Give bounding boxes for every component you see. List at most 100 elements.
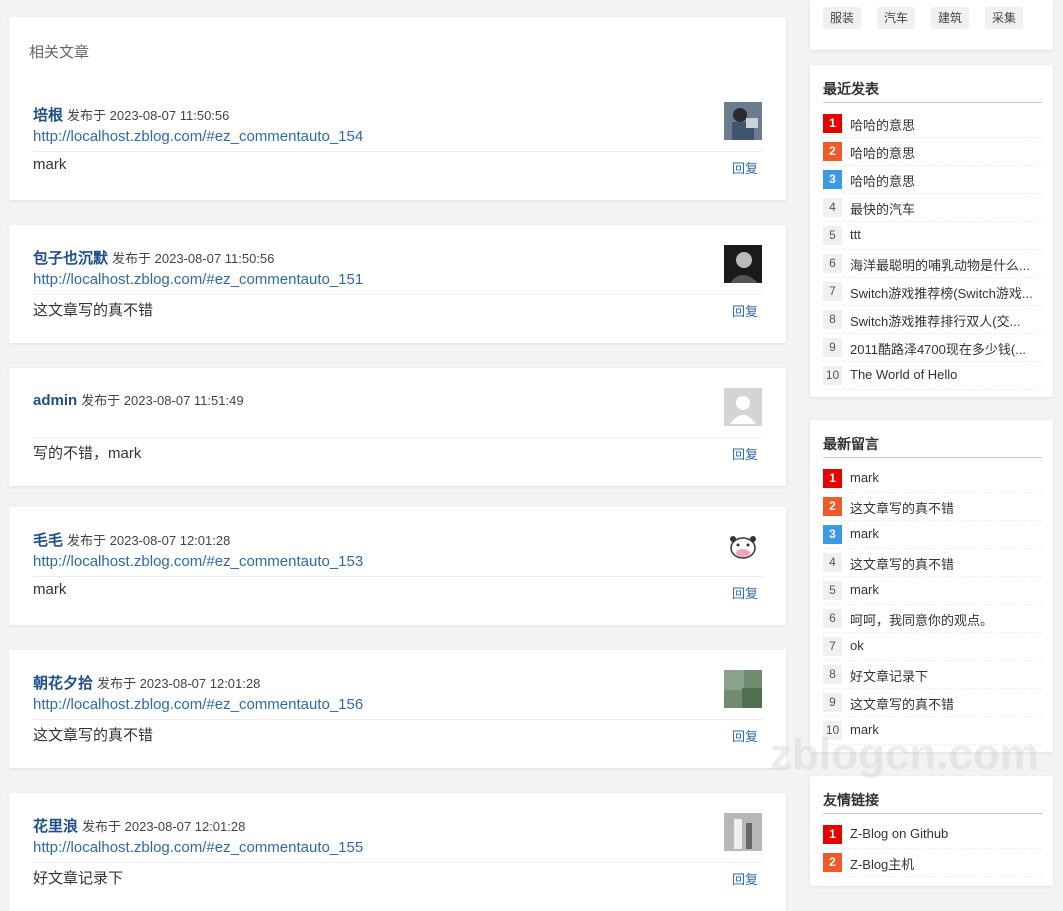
comment-text: 好文章记录下 xyxy=(33,870,124,887)
list-item[interactable]: 5 mark xyxy=(823,577,1042,605)
post-link[interactable]: 海洋最聪明的哺乳动物是什么... xyxy=(850,255,1042,274)
avatar[interactable] xyxy=(724,245,762,283)
comment-author-link[interactable]: 毛毛 xyxy=(33,532,63,549)
comment-url-link[interactable]: http://localhost.zblog.com/#ez_commentau… xyxy=(33,128,363,145)
divider xyxy=(33,151,762,152)
reply-button[interactable]: 回复 xyxy=(732,583,758,602)
rank-badge: 5 xyxy=(823,226,842,245)
post-link[interactable]: 2011酷路泽4700现在多少钱(... xyxy=(850,339,1042,358)
comment-link[interactable]: ok xyxy=(850,638,1042,653)
rank-badge: 4 xyxy=(823,553,842,572)
reply-button[interactable]: 回复 xyxy=(732,301,758,320)
list-item[interactable]: 6 海洋最聪明的哺乳动物是什么... xyxy=(823,250,1042,278)
comment-url-link[interactable]: http://localhost.zblog.com/#ez_commentau… xyxy=(33,839,363,856)
reply-button[interactable]: 回复 xyxy=(732,444,758,463)
tag-link[interactable]: 采集 xyxy=(985,7,1024,29)
rank-badge: 3 xyxy=(823,170,842,189)
list-item[interactable]: 3 哈哈的意思 xyxy=(823,166,1042,194)
rank-badge: 6 xyxy=(823,609,842,628)
avatar[interactable] xyxy=(724,527,762,565)
reply-button[interactable]: 回复 xyxy=(732,726,758,745)
list-item[interactable]: 1 Z-Blog on Github xyxy=(823,821,1042,849)
rank-badge: 8 xyxy=(823,310,842,329)
list-item[interactable]: 10 mark xyxy=(823,717,1042,745)
rank-badge: 4 xyxy=(823,198,842,217)
comment-link[interactable]: mark xyxy=(850,470,1042,485)
post-link[interactable]: The World of Hello xyxy=(850,367,1042,382)
list-item[interactable]: 9 这文章写的真不错 xyxy=(823,689,1042,717)
comment-text: mark xyxy=(33,581,67,598)
list-item[interactable]: 6 呵呵，我同意你的观点。 xyxy=(823,605,1042,633)
avatar[interactable] xyxy=(724,388,762,426)
post-link[interactable]: 哈哈的意思 xyxy=(850,143,1042,162)
comment-date: 发布于 2023-08-07 12:01:28 xyxy=(97,676,261,691)
avatar[interactable] xyxy=(724,102,762,140)
divider xyxy=(33,294,762,295)
widget-title: 友情链接 xyxy=(823,792,879,808)
reply-button[interactable]: 回复 xyxy=(732,869,758,888)
divider xyxy=(823,457,1042,458)
widget-title: 最近发表 xyxy=(823,81,879,97)
list-item[interactable]: 1 哈哈的意思 xyxy=(823,110,1042,138)
comment-header: admin 发布于 2023-08-07 11:51:49 xyxy=(33,390,244,410)
list-item[interactable]: 3 mark xyxy=(823,521,1042,549)
comment-author-link[interactable]: 朝花夕拾 xyxy=(33,675,93,692)
list-item[interactable]: 1 mark xyxy=(823,465,1042,493)
list-item[interactable]: 8 好文章记录下 xyxy=(823,661,1042,689)
avatar[interactable] xyxy=(724,813,762,851)
tag-link[interactable]: 汽车 xyxy=(877,7,916,29)
comment-link[interactable]: 好文章记录下 xyxy=(850,666,1042,685)
comment-url-link[interactable]: http://localhost.zblog.com/#ez_commentau… xyxy=(33,553,363,570)
avatar[interactable] xyxy=(724,670,762,708)
friend-links-list: 1 Z-Blog on Github 2 Z-Blog主机 xyxy=(823,821,1042,877)
list-item[interactable]: 7 Switch游戏推荐榜(Switch游戏... xyxy=(823,278,1042,306)
related-articles-title: 相关文章 xyxy=(29,44,90,61)
post-link[interactable]: ttt xyxy=(850,227,1042,242)
comment-author-link[interactable]: admin xyxy=(33,392,77,409)
list-item[interactable]: 5 ttt xyxy=(823,222,1042,250)
friend-link[interactable]: Z-Blog on Github xyxy=(850,826,1042,841)
post-link[interactable]: 最快的汽车 xyxy=(850,199,1042,218)
list-item[interactable]: 10 The World of Hello xyxy=(823,362,1042,390)
comment-header: 花里浪 发布于 2023-08-07 12:01:28 xyxy=(33,815,245,836)
comment-author-link[interactable]: 包子也沉默 xyxy=(33,250,108,267)
list-item[interactable]: 2 Z-Blog主机 xyxy=(823,849,1042,877)
comment-link[interactable]: mark xyxy=(850,526,1042,541)
tag-link[interactable]: 服装 xyxy=(823,7,862,29)
list-item[interactable]: 4 这文章写的真不错 xyxy=(823,549,1042,577)
rank-badge: 1 xyxy=(823,825,842,844)
divider xyxy=(33,576,762,577)
divider xyxy=(33,862,762,863)
friend-link[interactable]: Z-Blog主机 xyxy=(850,854,1042,873)
list-item[interactable]: 2 哈哈的意思 xyxy=(823,138,1042,166)
list-item[interactable]: 2 这文章写的真不错 xyxy=(823,493,1042,521)
rank-badge: 9 xyxy=(823,338,842,357)
post-link[interactable]: Switch游戏推荐排行双人(交... xyxy=(850,311,1042,330)
list-item[interactable]: 7 ok xyxy=(823,633,1042,661)
comment-link[interactable]: 这文章写的真不错 xyxy=(850,694,1042,713)
comment-link[interactable]: mark xyxy=(850,582,1042,597)
comment-link[interactable]: 这文章写的真不错 xyxy=(850,554,1042,573)
list-item[interactable]: 4 最快的汽车 xyxy=(823,194,1042,222)
comment-link[interactable]: 呵呵，我同意你的观点。 xyxy=(850,610,1042,629)
post-link[interactable]: 哈哈的意思 xyxy=(850,171,1042,190)
comment-author-link[interactable]: 花里浪 xyxy=(33,818,78,835)
comment-item: 培根 发布于 2023-08-07 11:50:56 http://localho… xyxy=(9,82,786,200)
tag-link[interactable]: 建筑 xyxy=(931,7,970,29)
list-item[interactable]: 8 Switch游戏推荐排行双人(交... xyxy=(823,306,1042,334)
post-link[interactable]: 哈哈的意思 xyxy=(850,115,1042,134)
comment-link[interactable]: mark xyxy=(850,722,1042,737)
comment-link[interactable]: 这文章写的真不错 xyxy=(850,498,1042,517)
reply-button[interactable]: 回复 xyxy=(732,158,758,177)
comment-url-link[interactable]: http://localhost.zblog.com/#ez_commentau… xyxy=(33,271,363,288)
recent-posts-widget: 最近发表 1 哈哈的意思 2 哈哈的意思 3 哈哈的意思 4 最快的汽车 5 ttt 6海… xyxy=(810,65,1053,397)
rank-badge: 10 xyxy=(823,366,842,385)
comment-header: 培根 发布于 2023-08-07 11:50:56 xyxy=(33,104,229,125)
comment-item: 毛毛 发布于 2023-08-07 12:01:28 http://localho… xyxy=(9,507,786,625)
post-link[interactable]: Switch游戏推荐榜(Switch游戏... xyxy=(850,283,1042,302)
list-item[interactable]: 9 2011酷路泽4700现在多少钱(... xyxy=(823,334,1042,362)
comment-url-link[interactable]: http://localhost.zblog.com/#ez_commentau… xyxy=(33,696,363,713)
comment-author-link[interactable]: 培根 xyxy=(33,107,63,124)
comment-header: 包子也沉默 发布于 2023-08-07 11:50:56 xyxy=(33,247,274,268)
rank-badge: 2 xyxy=(823,853,842,872)
